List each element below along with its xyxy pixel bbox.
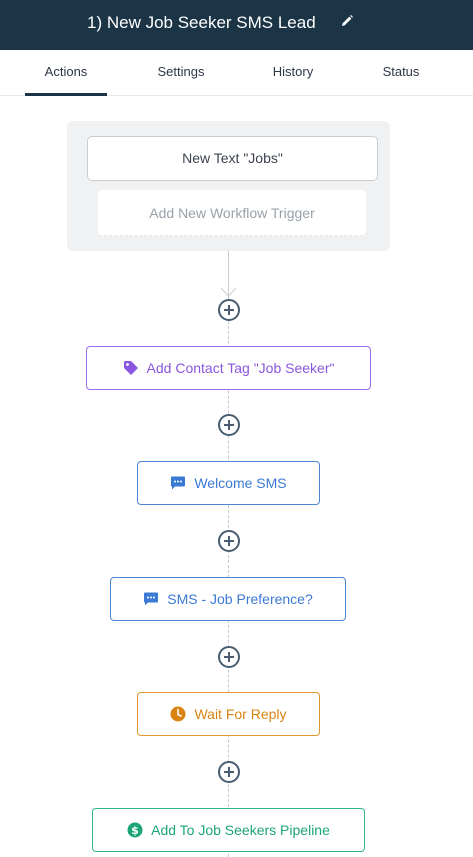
add-step-icon[interactable] xyxy=(218,761,240,783)
action-add-contact-tag[interactable]: Add Contact Tag "Job Seeker" xyxy=(86,346,371,390)
dollar-icon: $ xyxy=(127,822,143,838)
add-workflow-trigger-button[interactable]: Add New Workflow Trigger xyxy=(98,190,366,236)
add-step-icon[interactable] xyxy=(218,299,240,321)
tab-history[interactable]: History xyxy=(252,50,334,96)
action-add-to-pipeline[interactable]: $ Add To Job Seekers Pipeline xyxy=(92,808,365,852)
tab-bar: Actions Settings History Status xyxy=(0,50,473,96)
action-welcome-sms[interactable]: Welcome SMS xyxy=(137,461,320,505)
action-label: SMS - Job Preference? xyxy=(167,591,313,607)
action-wait-for-reply[interactable]: Wait For Reply xyxy=(137,692,320,736)
action-label: Welcome SMS xyxy=(194,475,287,491)
pencil-icon[interactable] xyxy=(340,14,354,28)
action-label: Wait For Reply xyxy=(194,706,287,722)
svg-text:$: $ xyxy=(131,824,139,837)
workflow-title: 1) New Job Seeker SMS Lead xyxy=(87,13,316,32)
arrow-down-icon xyxy=(220,287,237,297)
add-step-icon[interactable] xyxy=(218,530,240,552)
add-step-icon[interactable] xyxy=(218,414,240,436)
tab-settings[interactable]: Settings xyxy=(140,50,222,96)
action-label: Add To Job Seekers Pipeline xyxy=(151,822,330,838)
add-step-icon[interactable] xyxy=(218,646,240,668)
clock-icon xyxy=(170,706,186,722)
action-label: Add Contact Tag "Job Seeker" xyxy=(146,360,335,376)
trigger-new-text-jobs[interactable]: New Text "Jobs" xyxy=(87,136,378,181)
tab-actions[interactable]: Actions xyxy=(25,50,107,96)
action-sms-job-preference[interactable]: SMS - Job Preference? xyxy=(110,577,346,621)
tab-status[interactable]: Status xyxy=(360,50,442,96)
chat-bubble-icon xyxy=(171,476,186,490)
chat-bubble-icon xyxy=(144,592,159,606)
tag-icon xyxy=(123,361,138,375)
workflow-header: 1) New Job Seeker SMS Lead xyxy=(0,0,473,50)
